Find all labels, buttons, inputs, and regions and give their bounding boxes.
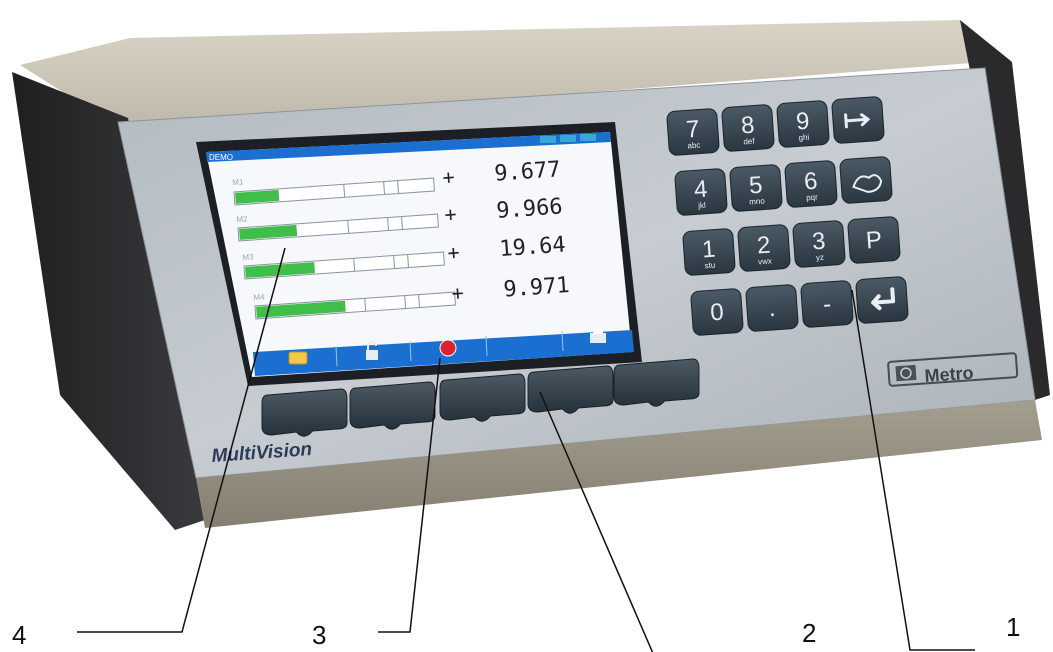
key-sub-label: abc bbox=[687, 141, 701, 151]
metro-logo-icon bbox=[895, 364, 917, 382]
soft-key-button[interactable] bbox=[439, 373, 526, 422]
soft-key-button[interactable] bbox=[349, 381, 436, 430]
keypad-key[interactable]: 5mno bbox=[729, 164, 783, 212]
row-label: M1 bbox=[232, 177, 244, 187]
keypad-key-body[interactable] bbox=[839, 156, 893, 204]
keypad-key[interactable]: 9ghi bbox=[776, 100, 830, 148]
key-main-label: 4 bbox=[693, 176, 708, 204]
soft-key-button[interactable] bbox=[527, 365, 614, 414]
callout-label-3: 3 bbox=[312, 620, 327, 650]
keypad-key[interactable]: 1stu bbox=[682, 228, 736, 276]
key-sub-label: def bbox=[743, 137, 755, 147]
key-sub-label: pqr bbox=[806, 193, 818, 203]
key-main-label: 1 bbox=[701, 236, 716, 264]
status-indicator-2 bbox=[560, 135, 576, 142]
device-illustration: DEMO M1 +9.677M2 +9.966M3 +19.64M4 +9.971 7a… bbox=[12, 20, 1050, 652]
keypad-key[interactable]: 4jkl bbox=[674, 168, 728, 216]
key-main-label: 3 bbox=[811, 228, 826, 256]
row-label: M2 bbox=[236, 214, 248, 224]
row-label: M3 bbox=[242, 252, 254, 262]
key-sub-label: ghi bbox=[798, 133, 809, 143]
key-main-label: 9 bbox=[795, 108, 810, 136]
keypad-key[interactable]: P bbox=[847, 216, 901, 264]
key-sub-label: stu bbox=[704, 261, 715, 271]
row-sign: + bbox=[447, 240, 461, 265]
screen-title: DEMO bbox=[209, 153, 233, 162]
keypad-key[interactable]: 6pqr bbox=[784, 160, 838, 208]
key-main-label: 8 bbox=[740, 112, 755, 140]
status-indicator-1 bbox=[540, 136, 556, 143]
keypad-key[interactable]: 2vwx bbox=[737, 224, 791, 272]
row-value: 19.64 bbox=[499, 233, 567, 263]
keypad-key[interactable] bbox=[839, 156, 893, 204]
brand-metro: Metro bbox=[924, 363, 974, 386]
status-indicator-3 bbox=[580, 134, 596, 141]
key-main-label: 0 bbox=[709, 299, 724, 327]
callout-label-4: 4 bbox=[12, 620, 27, 650]
key-sub-label: mno bbox=[749, 196, 766, 206]
soft-key-button[interactable] bbox=[613, 358, 700, 407]
keypad-key[interactable]: 0 bbox=[690, 288, 744, 336]
keypad-key[interactable]: 8def bbox=[721, 104, 775, 152]
key-main-label: 6 bbox=[803, 168, 818, 196]
key-main-label: 2 bbox=[756, 232, 771, 260]
keypad-key[interactable]: . bbox=[745, 284, 799, 332]
keypad-key[interactable] bbox=[855, 276, 909, 324]
key-sub-label: jkl bbox=[697, 201, 706, 211]
key-sub-label: vwx bbox=[758, 256, 772, 266]
key-main-label: 7 bbox=[685, 116, 700, 144]
row-value: 9.971 bbox=[503, 273, 571, 303]
folder-icon bbox=[288, 351, 308, 365]
keypad-key[interactable]: 3yz bbox=[792, 220, 846, 268]
row-value: 9.677 bbox=[494, 157, 562, 187]
callout-label-2: 2 bbox=[802, 618, 817, 648]
key-sub-label: yz bbox=[816, 253, 825, 263]
row-sign: + bbox=[442, 165, 456, 190]
row-label: M4 bbox=[253, 292, 265, 302]
stop-icon bbox=[439, 339, 457, 357]
row-value: 9.966 bbox=[496, 194, 564, 224]
keypad-key[interactable]: 7abc bbox=[666, 108, 720, 156]
callout-label-1: 1 bbox=[1006, 612, 1021, 642]
key-main-label: P bbox=[865, 226, 883, 254]
key-main-label: 5 bbox=[748, 172, 763, 200]
row-sign: + bbox=[444, 202, 458, 227]
keypad-key[interactable]: - bbox=[800, 280, 854, 328]
soft-key-button[interactable] bbox=[261, 388, 348, 437]
row-sign: + bbox=[451, 280, 465, 305]
keypad-key[interactable] bbox=[831, 96, 885, 144]
